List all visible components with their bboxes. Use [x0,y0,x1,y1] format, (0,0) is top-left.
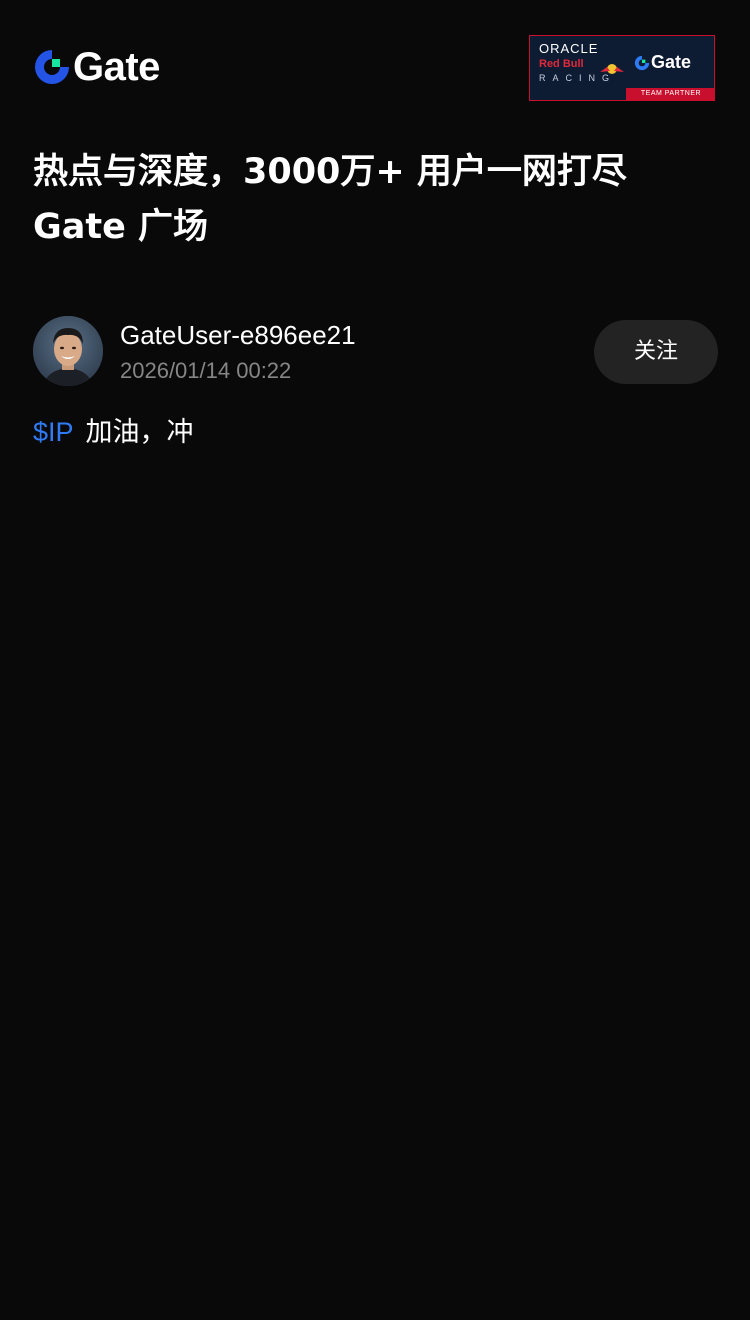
redbull-racing-logo: ORACLE Red Bull RACING [539,42,629,84]
banner-gate-icon [634,55,650,70]
gate-logo-icon [33,48,71,86]
gate-logo[interactable]: Gate [33,47,160,87]
post-content: $IP 加油，冲 [33,412,194,453]
author-name[interactable]: GateUser-e896ee21 [120,319,356,351]
post-author-row: GateUser-e896ee21 2026/01/14 00:22 关注 [33,316,718,388]
oracle-text: ORACLE [539,41,599,56]
avatar[interactable] [33,316,103,386]
banner-gate-text: Gate [651,52,692,72]
gate-logo-text: Gate [73,45,160,89]
team-partner-banner: ORACLE Red Bull RACING Gate TEAM PARTNER [529,35,715,101]
page-title-line1: 热点与深度，3000万+ 用户一网打尽 [33,152,627,192]
page-title-line2: Gate 广场 [33,207,209,247]
page-title: 热点与深度，3000万+ 用户一网打尽 Gate 广场 [33,145,723,255]
post-text: 加油，冲 [85,417,194,448]
follow-button[interactable]: 关注 [594,320,718,384]
avatar-portrait-icon [33,316,103,386]
ticker-link[interactable]: $IP [33,417,74,447]
team-partner-label: TEAM PARTNER [626,88,714,100]
banner-gate-logo: Gate [634,52,691,73]
post-timestamp: 2026/01/14 00:22 [120,358,292,383]
redbull-bull-icon [600,64,624,74]
app-header: Gate ORACLE Red Bull RACING Gate TEAM PA… [0,0,750,110]
